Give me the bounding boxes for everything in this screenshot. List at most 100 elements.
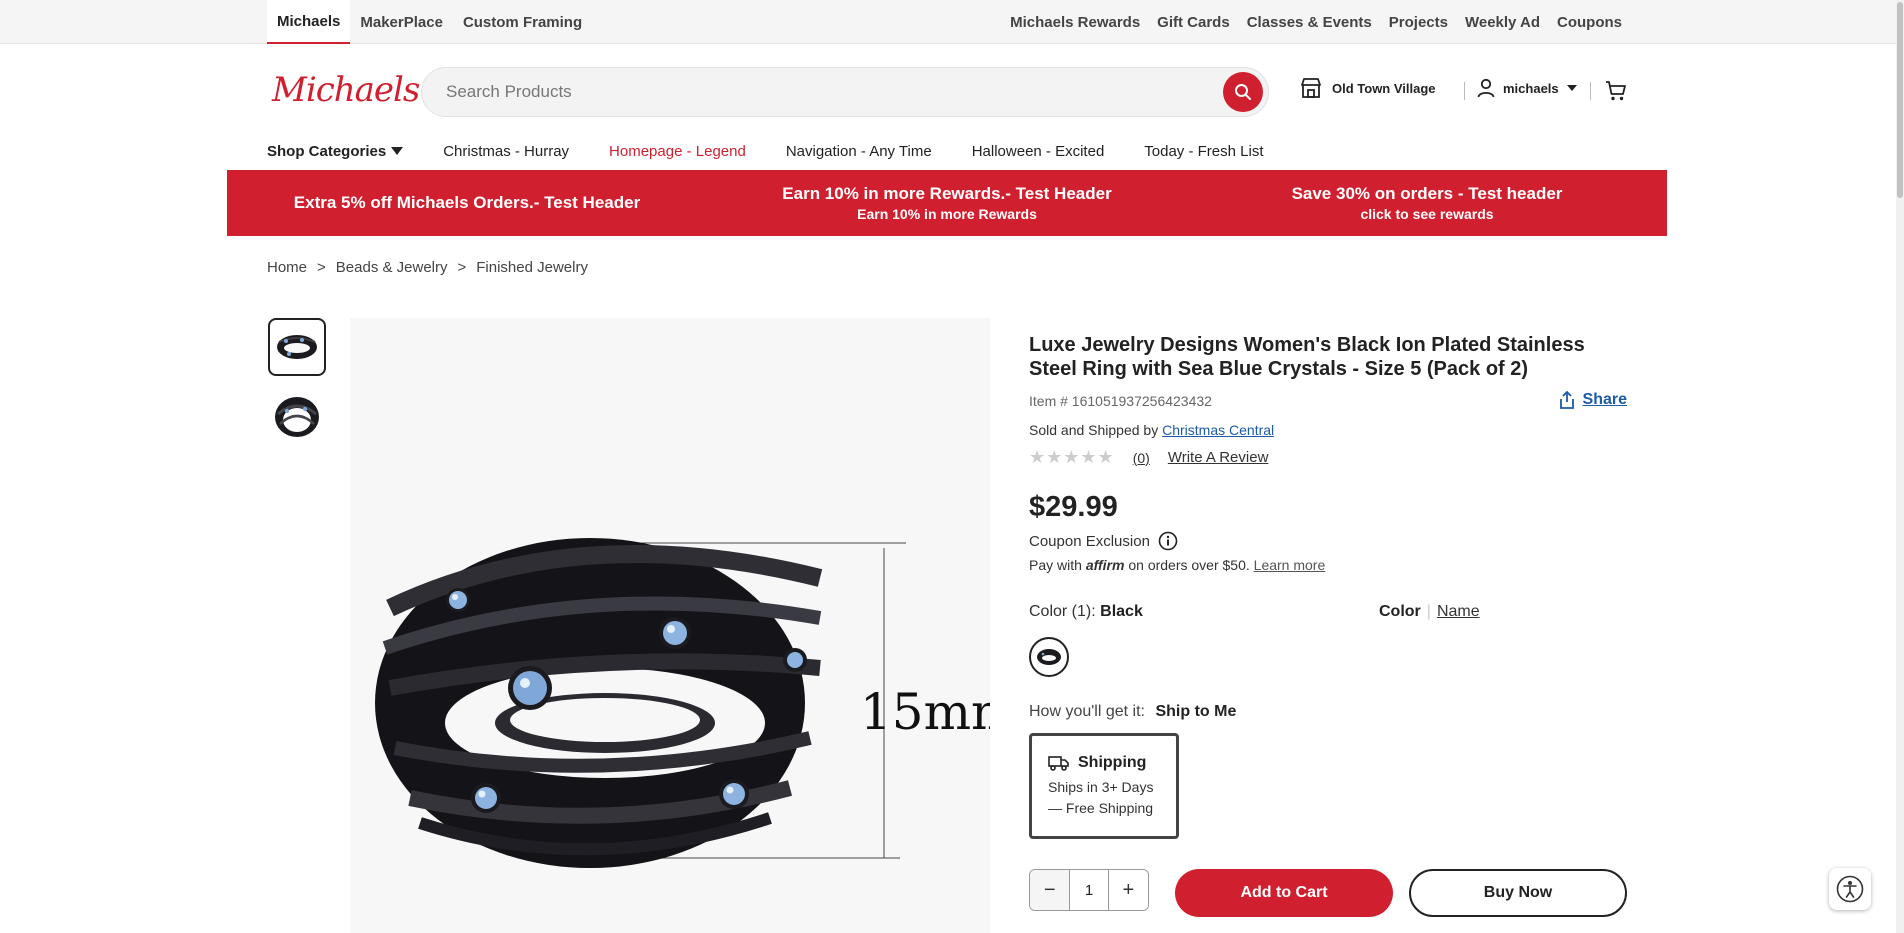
ring-thumbnail-image [277, 335, 317, 359]
toggle-name[interactable]: Name [1437, 603, 1480, 621]
thumbnail-1[interactable] [268, 318, 326, 376]
add-to-cart-button[interactable]: Add to Cart [1175, 869, 1393, 917]
main-nav: Shop Categories Christmas - Hurray Homep… [267, 140, 1264, 162]
link-projects[interactable]: Projects [1389, 14, 1448, 31]
nav-item-christmas[interactable]: Christmas - Hurray [443, 143, 569, 160]
breadcrumb: Home > Beads & Jewelry > Finished Jewelr… [267, 259, 588, 276]
breadcrumb-separator: > [317, 259, 326, 276]
nav-item-navigation[interactable]: Navigation - Any Time [786, 143, 932, 160]
search-bar [421, 67, 1269, 117]
quantity-input[interactable]: 1 [1069, 870, 1109, 910]
breadcrumb-home[interactable]: Home [267, 259, 307, 276]
breadcrumb-beads-jewelry[interactable]: Beads & Jewelry [336, 259, 448, 276]
product-details: Luxe Jewelry Designs Women's Black Ion P… [1029, 333, 1629, 917]
store-selector[interactable]: Old Town Village [1300, 78, 1436, 98]
info-icon[interactable] [1158, 531, 1178, 551]
how-value: Ship to Me [1155, 703, 1237, 720]
affirm-financing: Pay with affirm on orders over $50. Lear… [1029, 557, 1325, 573]
share-label: Share [1582, 391, 1627, 408]
promo-subtitle: Earn 10% in more Rewards [857, 206, 1037, 222]
utility-bar: Michaels MakerPlace Custom Framing Micha… [0, 0, 1896, 44]
coupon-exclusion-label: Coupon Exclusion [1029, 532, 1150, 550]
toggle-color[interactable]: Color [1379, 603, 1421, 621]
promo-title: Extra 5% off Michaels Orders.- Test Head… [293, 193, 641, 212]
account-menu[interactable]: michaels [1477, 78, 1577, 98]
link-classes-events[interactable]: Classes & Events [1247, 14, 1372, 31]
quantity-stepper: − 1 + [1029, 869, 1149, 911]
increase-quantity-button[interactable]: + [1108, 870, 1148, 910]
search-button[interactable] [1223, 72, 1263, 112]
tab-makerplace[interactable]: MakerPlace [350, 0, 453, 44]
ring-image: 15mm [350, 318, 990, 933]
product-price: $29.99 [1029, 491, 1118, 523]
page-scrollbar[interactable] [1896, 0, 1904, 933]
color-swatch-black[interactable] [1029, 637, 1069, 677]
color-view-toggle: Color | Name [1379, 603, 1480, 621]
breadcrumb-finished-jewelry[interactable]: Finished Jewelry [476, 259, 588, 276]
caret-down-icon [1566, 85, 1577, 91]
shipping-title: Shipping [1078, 754, 1147, 771]
promo-title: Earn 10% in more Rewards.- Test Header [782, 184, 1112, 203]
ring-side-thumbnail-image [275, 397, 319, 437]
review-count-link[interactable]: (0) [1133, 450, 1150, 466]
seller-link[interactable]: Christmas Central [1162, 422, 1274, 438]
thumbnail-2[interactable] [268, 388, 326, 446]
dimension-label: 15mm [860, 683, 990, 741]
cart-button[interactable] [1605, 80, 1627, 107]
search-input[interactable] [446, 68, 1146, 116]
shipping-cost: — Free Shipping [1048, 800, 1154, 816]
sold-by: Sold and Shipped by Christmas Central [1029, 422, 1274, 438]
item-row: Item # 161051937256423432 Share [1029, 391, 1627, 409]
promo-subtitle: click to see rewards [1360, 206, 1494, 222]
fulfillment-label: How you'll get it: Ship to Me [1029, 703, 1236, 721]
write-review-link[interactable]: Write A Review [1168, 449, 1269, 466]
michaels-logo[interactable]: Michaels [272, 70, 420, 110]
shipping-header: Shipping [1048, 754, 1160, 772]
color-label-row: Color (1): Black [1029, 603, 1143, 621]
sold-by-prefix: Sold and Shipped by [1029, 422, 1159, 438]
utility-links: Michaels Rewards Gift Cards Classes & Ev… [1010, 0, 1622, 44]
link-michaels-rewards[interactable]: Michaels Rewards [1010, 14, 1140, 31]
share-icon [1559, 391, 1574, 409]
link-gift-cards[interactable]: Gift Cards [1157, 14, 1230, 31]
promo-item[interactable]: Save 30% on orders - Test header click t… [1187, 170, 1667, 236]
shipping-option[interactable]: Shipping Ships in 3+ Days — Free Shippin… [1029, 733, 1179, 839]
product-title: Luxe Jewelry Designs Women's Black Ion P… [1029, 334, 1585, 380]
how-label: How you'll get it: [1029, 703, 1145, 720]
search-icon [1235, 84, 1251, 100]
product-main-image[interactable]: 15mm [350, 318, 990, 933]
promo-title: Save 30% on orders - Test header [1291, 184, 1563, 203]
tab-custom-framing[interactable]: Custom Framing [453, 0, 592, 44]
store-icon [1301, 78, 1321, 98]
promo-item[interactable]: Earn 10% in more Rewards.- Test Header E… [707, 170, 1187, 236]
shop-categories-menu[interactable]: Shop Categories [267, 143, 404, 160]
caret-down-icon [391, 147, 404, 155]
tab-michaels[interactable]: Michaels [267, 0, 351, 44]
buy-now-button[interactable]: Buy Now [1409, 869, 1627, 917]
promo-item[interactable]: Extra 5% off Michaels Orders.- Test Head… [227, 170, 707, 236]
promo-banner: Extra 5% off Michaels Orders.- Test Head… [227, 170, 1667, 236]
truck-icon [1048, 756, 1069, 771]
selected-color: Black [1100, 603, 1143, 620]
accessibility-button[interactable] [1829, 868, 1871, 910]
coupon-exclusion: Coupon Exclusion [1029, 531, 1178, 551]
nav-item-halloween[interactable]: Halloween - Excited [972, 143, 1105, 160]
nav-item-today[interactable]: Today - Fresh List [1144, 143, 1263, 160]
item-number: Item # 161051937256423432 [1029, 393, 1212, 409]
ring-swatch-image [1037, 649, 1061, 665]
scrollbar-thumb[interactable] [1897, 2, 1903, 198]
nav-item-homepage[interactable]: Homepage - Legend [609, 143, 746, 160]
cart-icon [1606, 81, 1626, 101]
divider [1590, 82, 1591, 100]
pay-prefix: Pay with [1029, 557, 1082, 573]
decrease-quantity-button[interactable]: − [1030, 870, 1070, 910]
toggle-divider: | [1426, 603, 1431, 620]
learn-more-link[interactable]: Learn more [1254, 557, 1326, 573]
color-count-label: Color (1): [1029, 603, 1096, 620]
affirm-logo: affirm [1085, 557, 1125, 573]
link-coupons[interactable]: Coupons [1557, 14, 1622, 31]
account-name: michaels [1503, 80, 1559, 96]
store-name: Old Town Village [1332, 80, 1436, 96]
link-weekly-ad[interactable]: Weekly Ad [1465, 14, 1540, 31]
share-button[interactable]: Share [1559, 391, 1627, 409]
